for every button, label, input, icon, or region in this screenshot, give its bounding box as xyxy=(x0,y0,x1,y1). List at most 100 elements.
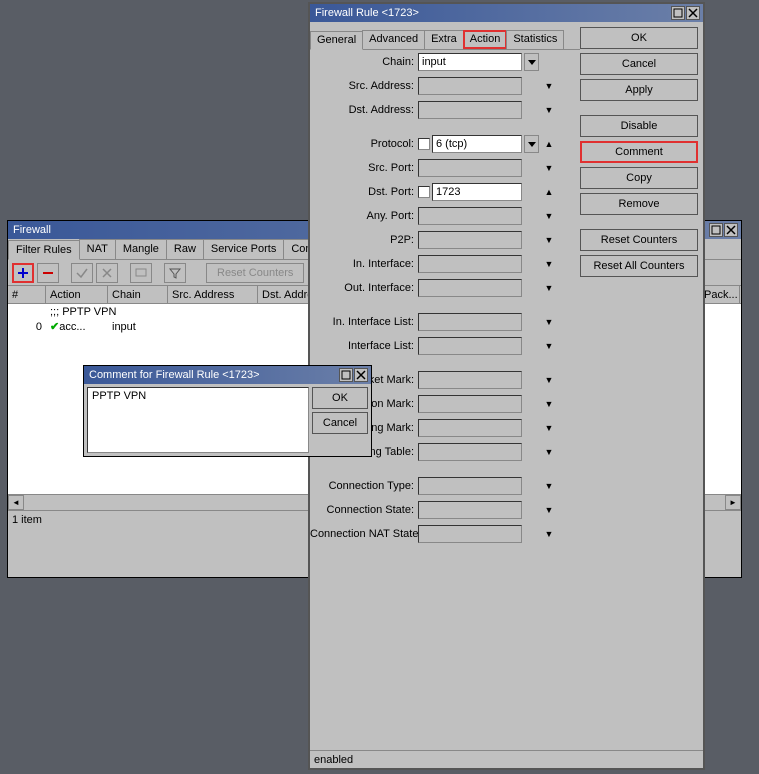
chevron-down-icon[interactable]: ▼ xyxy=(542,395,556,413)
remove-button[interactable] xyxy=(37,263,59,283)
conn-state-label: Connection State: xyxy=(310,504,418,516)
src-addr-label: Src. Address: xyxy=(310,80,418,92)
col-action[interactable]: Action xyxy=(46,286,108,303)
add-button[interactable] xyxy=(12,263,34,283)
tab-action[interactable]: Action xyxy=(463,30,508,49)
dst-addr-input[interactable] xyxy=(418,101,522,119)
dst-port-input[interactable] xyxy=(432,183,522,201)
reset-counters-button[interactable]: Reset Counters xyxy=(206,263,304,283)
close-icon[interactable] xyxy=(724,223,738,237)
copy-button[interactable]: Copy xyxy=(580,167,698,189)
routing-table-input[interactable] xyxy=(418,443,522,461)
reset-all-counters-button[interactable]: Reset All Counters xyxy=(580,255,698,277)
disable-button[interactable] xyxy=(96,263,118,283)
protocol-label: Protocol: xyxy=(310,138,418,150)
col-pack[interactable]: Pack... xyxy=(700,286,740,303)
out-iface-label: Out. Interface: xyxy=(310,282,418,294)
out-iface-list-input[interactable] xyxy=(418,337,522,355)
comment-window: Comment for Firewall Rule <1723> PPTP VP… xyxy=(83,365,372,457)
conn-nat-state-input[interactable] xyxy=(418,525,522,543)
chevron-down-icon[interactable]: ▼ xyxy=(542,77,556,95)
out-iface-input[interactable] xyxy=(418,279,522,297)
chevron-down-icon[interactable]: ▼ xyxy=(542,279,556,297)
comment-ok-button[interactable]: OK xyxy=(312,387,368,409)
in-iface-input[interactable] xyxy=(418,255,522,273)
reset-counters-button[interactable]: Reset Counters xyxy=(580,229,698,251)
dropdown-icon[interactable] xyxy=(524,53,539,71)
minimize-icon[interactable] xyxy=(709,223,723,237)
chevron-down-icon[interactable]: ▼ xyxy=(542,207,556,225)
in-iface-list-label: In. Interface List: xyxy=(310,316,418,328)
protocol-input[interactable] xyxy=(432,135,522,153)
apply-button[interactable]: Apply xyxy=(580,79,698,101)
tab-nat[interactable]: NAT xyxy=(79,239,116,259)
chevron-down-icon[interactable]: ▼ xyxy=(542,443,556,461)
ok-button[interactable]: OK xyxy=(580,27,698,49)
tab-statistics[interactable]: Statistics xyxy=(506,30,564,49)
any-port-input[interactable] xyxy=(418,207,522,225)
rule-tabs: General Advanced Extra Action Statistics xyxy=(310,30,580,50)
scroll-right-icon[interactable]: ► xyxy=(725,495,741,510)
tab-general[interactable]: General xyxy=(310,31,363,50)
chevron-down-icon[interactable]: ▼ xyxy=(542,231,556,249)
rule-titlebar: Firewall Rule <1723> xyxy=(310,4,703,22)
tab-service-ports[interactable]: Service Ports xyxy=(203,239,284,259)
tab-filter-rules[interactable]: Filter Rules xyxy=(8,240,80,260)
chevron-down-icon[interactable]: ▼ xyxy=(542,477,556,495)
chevron-down-icon[interactable]: ▼ xyxy=(542,371,556,389)
chevron-down-icon[interactable]: ▼ xyxy=(542,501,556,519)
disable-button[interactable]: Disable xyxy=(580,115,698,137)
filter-button[interactable] xyxy=(164,263,186,283)
chevron-down-icon[interactable]: ▼ xyxy=(542,525,556,543)
comment-button-icon[interactable] xyxy=(130,263,152,283)
dst-port-neg-checkbox[interactable] xyxy=(418,186,430,198)
comment-title: Comment for Firewall Rule <1723> xyxy=(87,369,339,381)
check-icon: ✔ xyxy=(50,321,59,333)
comment-cancel-button[interactable]: Cancel xyxy=(312,412,368,434)
src-port-input[interactable] xyxy=(418,159,522,177)
tab-mangle[interactable]: Mangle xyxy=(115,239,167,259)
conn-nat-state-label: Connection NAT State: xyxy=(310,528,418,540)
minimize-icon[interactable] xyxy=(671,6,685,20)
chevron-down-icon[interactable]: ▼ xyxy=(542,101,556,119)
chevron-down-icon[interactable]: ▼ xyxy=(542,313,556,331)
col-num[interactable]: # xyxy=(8,286,46,303)
tab-raw[interactable]: Raw xyxy=(166,239,204,259)
chevron-down-icon[interactable]: ▼ xyxy=(542,255,556,273)
protocol-neg-checkbox[interactable] xyxy=(418,138,430,150)
tab-extra[interactable]: Extra xyxy=(424,30,464,49)
comment-textarea[interactable]: PPTP VPN xyxy=(87,387,309,453)
routing-mark-input[interactable] xyxy=(418,419,522,437)
in-iface-list-input[interactable] xyxy=(418,313,522,331)
dropdown-icon[interactable] xyxy=(524,135,539,153)
comment-button[interactable]: Comment xyxy=(580,141,698,163)
remove-button[interactable]: Remove xyxy=(580,193,698,215)
chain-input[interactable] xyxy=(418,53,522,71)
conn-mark-input[interactable] xyxy=(418,395,522,413)
p2p-input[interactable] xyxy=(418,231,522,249)
conn-type-input[interactable] xyxy=(418,477,522,495)
packet-mark-input[interactable] xyxy=(418,371,522,389)
chevron-down-icon[interactable]: ▼ xyxy=(542,159,556,177)
comment-titlebar: Comment for Firewall Rule <1723> xyxy=(84,366,371,384)
enable-button[interactable] xyxy=(71,263,93,283)
cancel-button[interactable]: Cancel xyxy=(580,53,698,75)
chevron-up-icon[interactable]: ▲ xyxy=(542,183,556,201)
in-iface-label: In. Interface: xyxy=(310,258,418,270)
col-src-addr[interactable]: Src. Address xyxy=(168,286,258,303)
conn-state-input[interactable] xyxy=(418,501,522,519)
chevron-down-icon[interactable]: ▼ xyxy=(542,419,556,437)
src-addr-input[interactable] xyxy=(418,77,522,95)
close-icon[interactable] xyxy=(354,368,368,382)
col-chain[interactable]: Chain xyxy=(108,286,168,303)
scroll-left-icon[interactable]: ◄ xyxy=(8,495,24,510)
minimize-icon[interactable] xyxy=(339,368,353,382)
chain-label: Chain: xyxy=(310,56,418,68)
chevron-down-icon[interactable]: ▼ xyxy=(542,337,556,355)
src-port-label: Src. Port: xyxy=(310,162,418,174)
close-icon[interactable] xyxy=(686,6,700,20)
p2p-label: P2P: xyxy=(310,234,418,246)
dst-port-label: Dst. Port: xyxy=(310,186,418,198)
tab-advanced[interactable]: Advanced xyxy=(362,30,425,49)
chevron-up-icon[interactable]: ▲ xyxy=(542,135,556,153)
